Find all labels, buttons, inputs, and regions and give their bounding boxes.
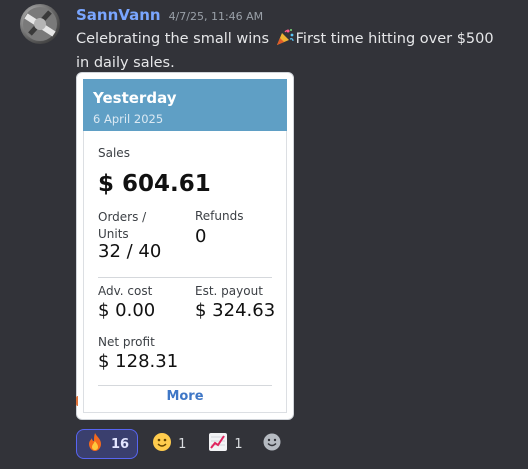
more-link[interactable]: More xyxy=(84,389,286,404)
refunds-label: Refunds xyxy=(195,209,244,223)
reaction-count: 1 xyxy=(234,436,243,452)
username[interactable]: SannVann xyxy=(76,6,161,24)
add-emoji-icon xyxy=(262,432,282,456)
add-reaction-button[interactable] xyxy=(257,429,287,459)
orders-value: 32 / 40 xyxy=(98,241,162,262)
net-profit-value: $ 128.31 xyxy=(98,351,179,372)
sales-value: $ 604.61 xyxy=(98,171,211,197)
card-title: Yesterday xyxy=(93,89,177,107)
image-attachment[interactable]: Yesterday 6 April 2025 Sales $ 604.61 Or… xyxy=(76,72,294,420)
divider xyxy=(98,277,272,278)
timestamp[interactable]: 4/7/25, 11:46 AM xyxy=(169,10,264,23)
est-payout-label: Est. payout xyxy=(195,284,263,298)
reaction-count: 1 xyxy=(178,436,187,452)
orange-mark xyxy=(76,396,84,406)
sales-label: Sales xyxy=(98,146,130,160)
reaction-count: 16 xyxy=(111,436,130,452)
reaction-smile[interactable]: 1 xyxy=(144,429,194,459)
refunds-value: 0 xyxy=(195,226,207,247)
net-profit-label: Net profit xyxy=(98,335,155,349)
est-payout-value: $ 324.63 xyxy=(195,300,276,321)
smiling-face-icon xyxy=(152,432,172,456)
avatar[interactable] xyxy=(20,4,60,44)
orders-label-line1: Orders / xyxy=(98,210,147,224)
adv-cost-value: $ 0.00 xyxy=(98,300,156,321)
fire-icon xyxy=(85,432,105,456)
chart-increasing-icon xyxy=(208,432,228,456)
orders-label: Orders / Units xyxy=(98,209,146,243)
divider xyxy=(98,385,272,386)
reactions-bar: 16 1 1 xyxy=(76,429,287,459)
message-header: SannVann 4/7/25, 11:46 AM xyxy=(76,6,263,24)
card-date: 6 April 2025 xyxy=(93,112,164,126)
reaction-chart[interactable]: 1 xyxy=(200,429,250,459)
card-header: Yesterday 6 April 2025 xyxy=(83,79,287,131)
message-text-start: Celebrating the small wins xyxy=(76,31,274,47)
message-text: Celebrating the small wins First time hi… xyxy=(76,28,506,74)
card-body: Sales $ 604.61 Orders / Units 32 / 40 Re… xyxy=(83,131,287,413)
adv-cost-label: Adv. cost xyxy=(98,284,153,298)
party-popper-icon xyxy=(275,28,295,53)
reaction-fire[interactable]: 16 xyxy=(76,429,139,459)
